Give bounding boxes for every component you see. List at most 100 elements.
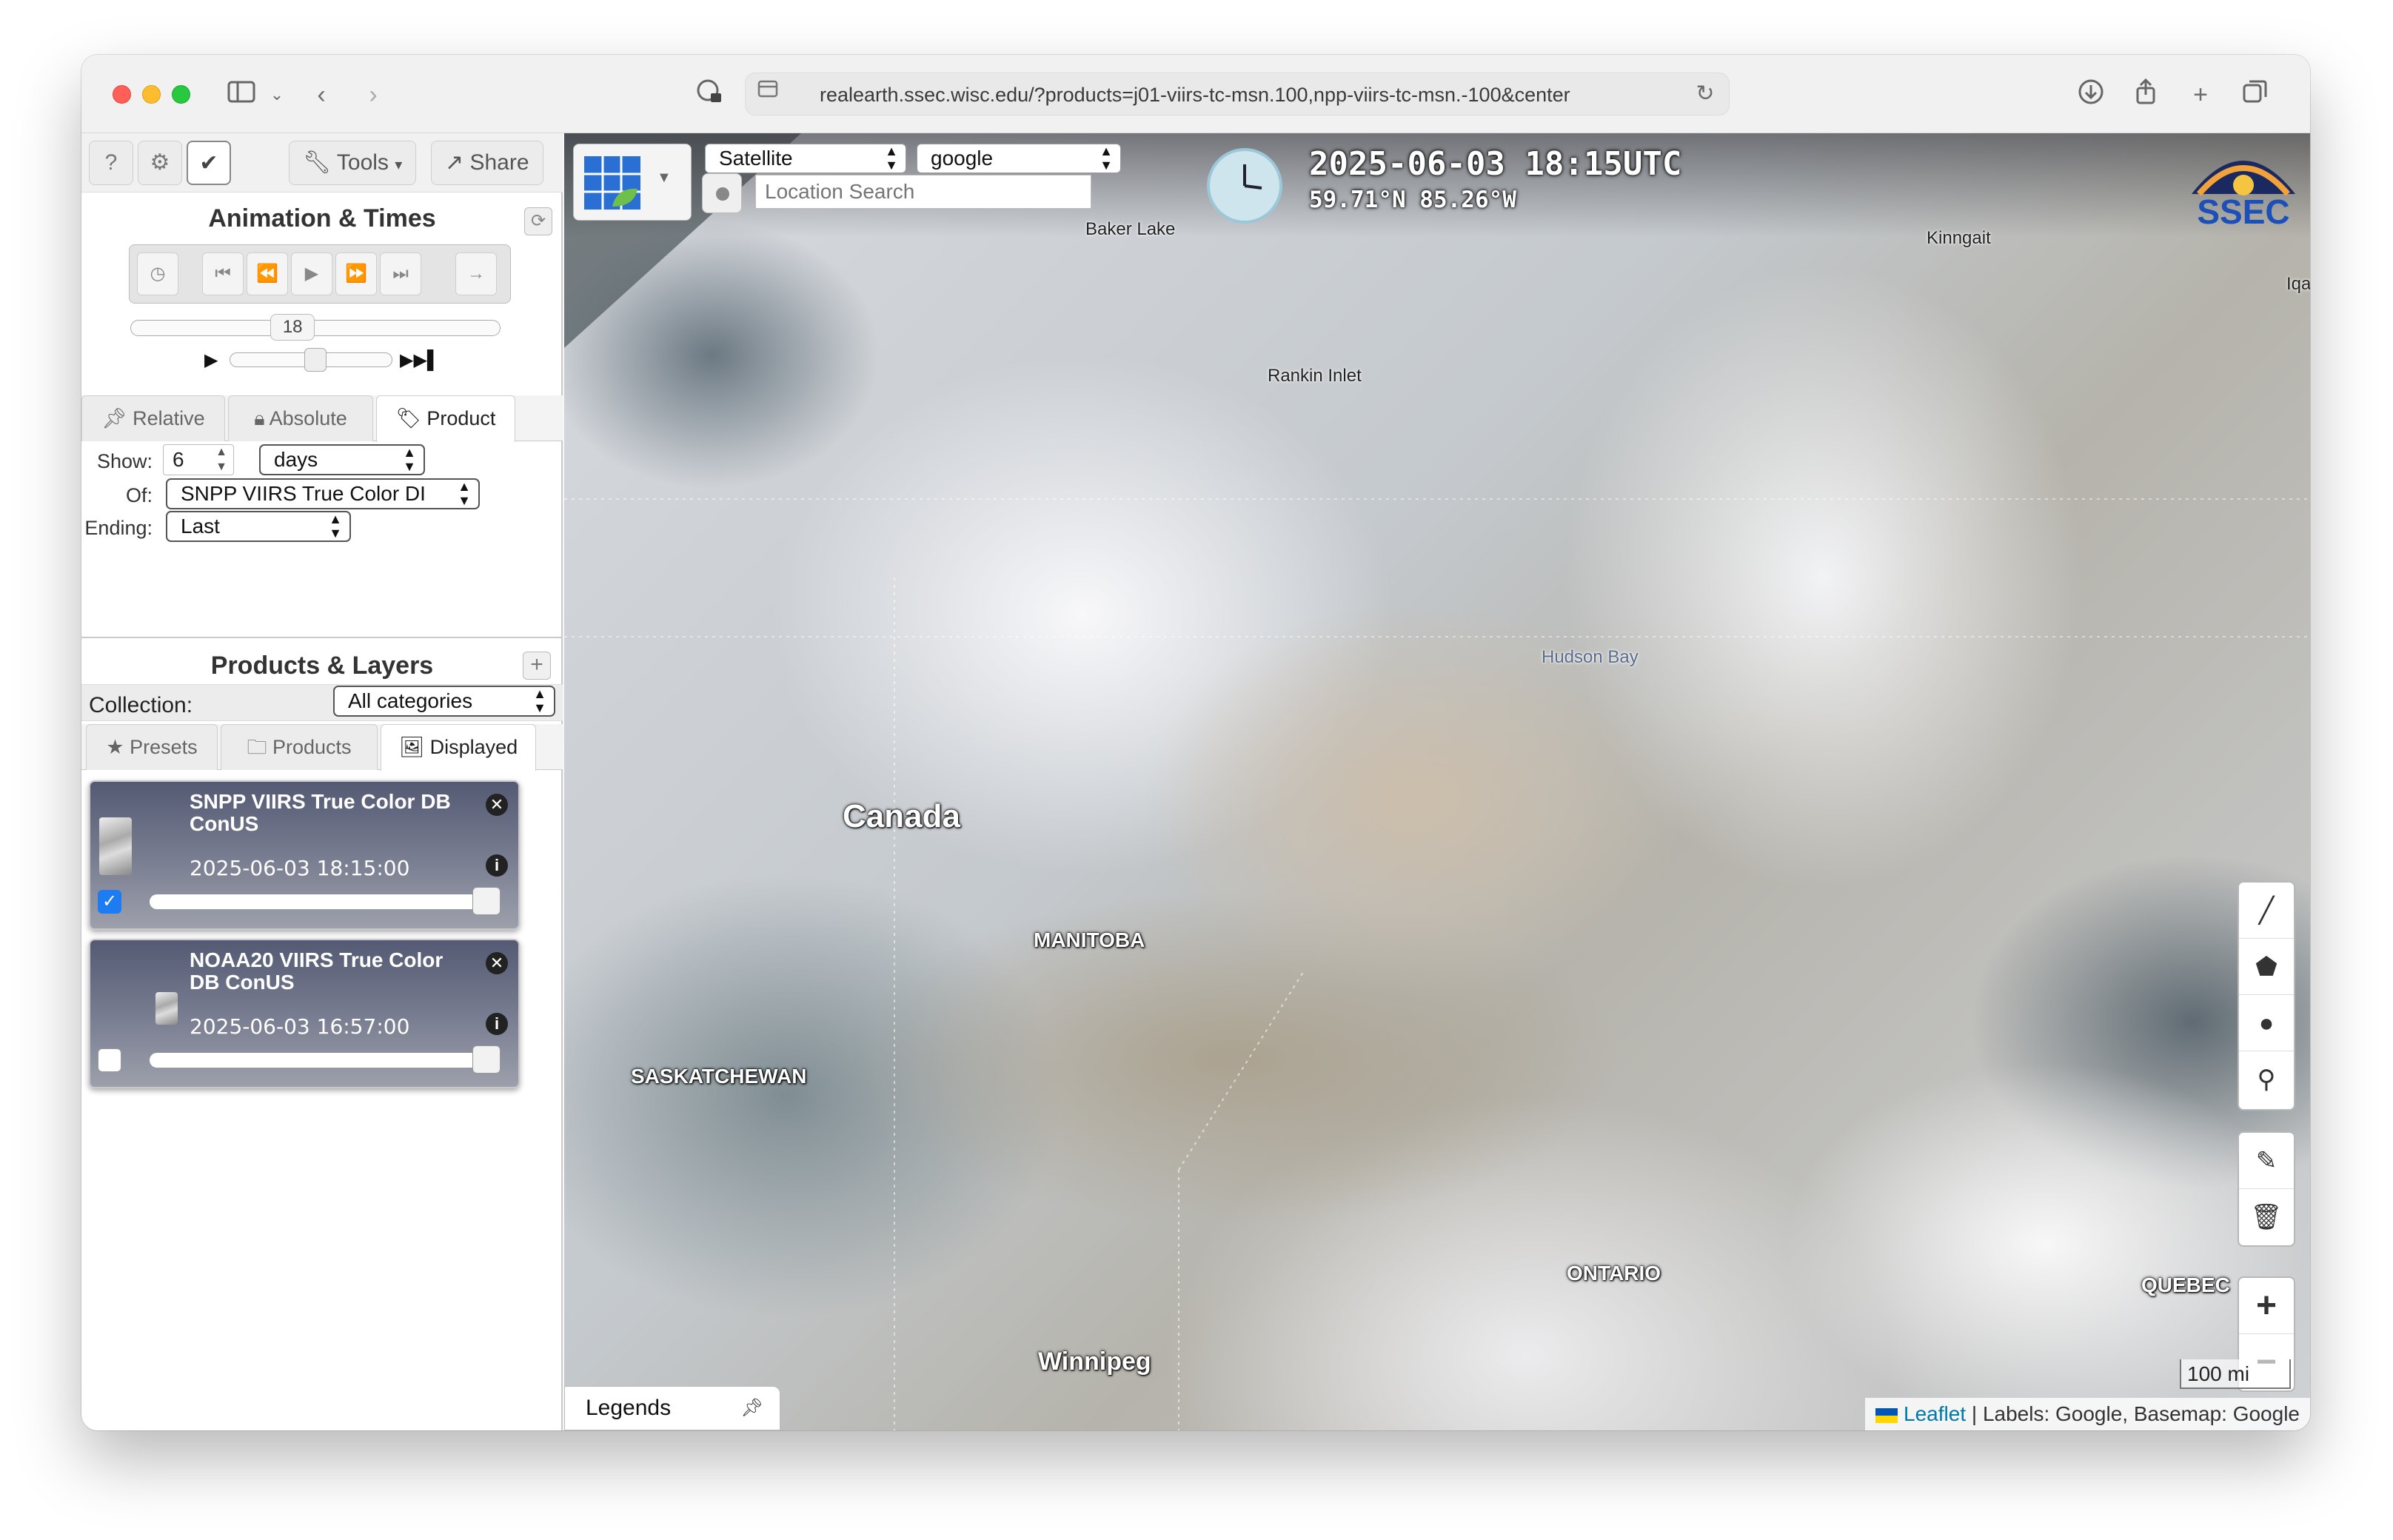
stepper-icon[interactable]: ▲ ▼ — [215, 445, 227, 475]
animation-controls: ◷ ⏮ ⏪ ▶ ⏩ ⏭ → — [129, 244, 511, 304]
basemap-select[interactable]: Satellite ▲ ▼ — [705, 144, 906, 173]
tools-button[interactable]: 🔧︎ Tools ▾ — [289, 141, 417, 185]
layer-opacity-slider[interactable] — [150, 1053, 495, 1068]
fast-forward-icon: ⏩ — [345, 264, 367, 284]
layer-opacity-slider[interactable] — [150, 894, 495, 909]
info-icon[interactable]: i — [486, 1013, 508, 1035]
legends-button[interactable]: Legends 📌︎ — [564, 1386, 780, 1430]
draw-polygon-icon[interactable]: ⬟ — [2239, 939, 2294, 995]
tools-label: Tools — [336, 150, 389, 175]
privacy-shield-icon[interactable] — [692, 77, 727, 113]
location-search-input[interactable] — [755, 175, 1091, 209]
tab-products[interactable]: 🗀 Products — [221, 724, 378, 770]
tab-displayed[interactable]: 🖼︎ Displayed — [381, 724, 536, 771]
layer-title: NOAA20 VIIRS True Color DB ConUS — [190, 948, 444, 994]
url-text[interactable]: realearth.ssec.wisc.edu/?products=j01-vi… — [820, 73, 1649, 116]
place-label-canada: Canada — [843, 798, 960, 834]
clock-button[interactable]: ◷ — [137, 252, 178, 295]
layer-visibility-checkbox[interactable]: ✓ — [98, 890, 121, 914]
geolocate-button[interactable] — [702, 173, 742, 213]
skip-end-icon: ⏭ — [392, 264, 409, 284]
opacity-slider-knob[interactable] — [472, 887, 501, 915]
sidebar-toggle-icon[interactable] — [224, 77, 259, 113]
new-tab-icon[interactable]: + — [2183, 77, 2218, 113]
chevron-down-icon[interactable]: ⌄ — [259, 77, 295, 113]
play-button[interactable]: ▶ — [291, 252, 332, 295]
maximize-window-button[interactable] — [172, 85, 190, 104]
downloads-icon[interactable] — [2073, 77, 2109, 113]
page-settings-icon[interactable] — [750, 76, 786, 112]
layer-visibility-checkbox[interactable] — [98, 1048, 121, 1072]
show-count-input[interactable]: 6 ▲ ▼ — [163, 444, 234, 475]
select-arrows-icon: ▲ ▼ — [885, 144, 898, 173]
step-back-button[interactable]: ⏪ — [247, 252, 288, 295]
back-icon[interactable]: ‹ — [304, 77, 339, 113]
ending-select[interactable]: Last ▲ ▼ — [166, 511, 351, 542]
address-bar[interactable]: realearth.ssec.wisc.edu/?products=j01-vi… — [745, 73, 1730, 116]
clock-icon: ◷ — [150, 264, 166, 284]
show-unit-select[interactable]: days ▲ ▼ — [259, 444, 425, 475]
step-forward-button[interactable]: ⏩ — [335, 252, 377, 295]
draw-line-icon[interactable]: ╱ — [2239, 883, 2294, 939]
reload-icon[interactable]: ↻ — [1687, 76, 1723, 112]
share-button[interactable]: ↗ Share — [431, 141, 543, 185]
map-view[interactable]: ▼ Satellite ▲▼ google ▲▼ 2025-06-03 18:1… — [564, 133, 2310, 1430]
fast-speed-icon: ▶▶▌ — [400, 350, 440, 370]
star-icon: ★ — [106, 736, 124, 758]
tab-relative[interactable]: 📌︎ Relative — [81, 395, 225, 441]
leaflet-link[interactable]: Leaflet — [1904, 1402, 1966, 1425]
layer-card[interactable]: NOAA20 VIIRS True Color DB ConUS ✕ 2025-… — [89, 939, 520, 1088]
basemap-picker-button[interactable]: ▼ — [573, 144, 692, 221]
basemap-value: Satellite — [719, 147, 793, 170]
tab-absolute[interactable]: 🔒︎ Absolute — [228, 395, 373, 441]
info-icon[interactable]: i — [486, 854, 508, 877]
place-label-baker-lake: Baker Lake — [1085, 219, 1176, 239]
ending-label: Ending: — [84, 517, 153, 539]
forward-icon[interactable]: › — [355, 77, 391, 113]
next-button[interactable]: → — [455, 252, 497, 295]
confirm-button[interactable]: ✔ — [187, 141, 231, 185]
frame-slider-value[interactable]: 18 — [270, 314, 315, 341]
draw-marker-icon[interactable]: ⚲ — [2239, 1051, 2294, 1108]
edit-icon[interactable]: ✎ — [2239, 1133, 2294, 1189]
frame-slider[interactable] — [130, 320, 501, 336]
add-product-button[interactable]: + — [523, 652, 551, 680]
settings-button[interactable]: ⚙ — [138, 141, 182, 185]
zoom-in-button[interactable]: + — [2239, 1278, 2294, 1334]
layer-card[interactable]: SNPP VIIRS True Color DB ConUS ✕ 2025-06… — [89, 780, 520, 930]
speed-slider-knob[interactable] — [304, 348, 327, 372]
image-icon: 🖼︎ — [398, 736, 425, 758]
close-icon[interactable]: ✕ — [486, 952, 508, 974]
close-icon[interactable]: ✕ — [486, 794, 508, 816]
last-frame-button[interactable]: ⏭ — [380, 252, 421, 295]
select-arrows-icon: ▲ ▼ — [403, 445, 416, 474]
tab-displayed-label: Displayed — [429, 736, 518, 758]
draw-circle-icon[interactable]: ● — [2239, 995, 2294, 1051]
pin-icon[interactable]: 📌︎ — [741, 1387, 763, 1430]
minimize-window-button[interactable] — [142, 85, 161, 104]
tab-product[interactable]: 🏷︎ Product — [376, 395, 515, 442]
of-product-select[interactable]: SNPP VIIRS True Color DI ▲ ▼ — [166, 478, 480, 509]
browser-titlebar: ⌄ ‹ › realearth.ssec.wisc.edu/?products=… — [81, 55, 2310, 133]
ssec-logo[interactable]: SSEC — [2184, 142, 2303, 231]
labels-select[interactable]: google ▲ ▼ — [917, 144, 1121, 173]
ssec-logo-graphic: SSEC — [2192, 161, 2295, 231]
refresh-times-button[interactable]: ⟳ — [524, 207, 552, 235]
gear-icon: ⚙ — [150, 150, 170, 175]
share-icon[interactable] — [2128, 77, 2163, 113]
first-frame-button[interactable]: ⏮ — [202, 252, 244, 295]
trash-icon[interactable]: 🗑︎ — [2239, 1189, 2294, 1245]
place-label-iqaluit: Iqal — [2286, 274, 2310, 294]
refresh-icon: ⟳ — [530, 211, 546, 231]
time-mode-tabs: 📌︎ Relative 🔒︎ Absolute 🏷︎ Product — [81, 395, 563, 442]
tab-overview-icon[interactable] — [2238, 77, 2273, 113]
labels-value: google — [931, 147, 994, 170]
help-button[interactable]: ? — [89, 141, 133, 185]
close-window-button[interactable] — [113, 85, 131, 104]
opacity-slider-knob[interactable] — [472, 1045, 501, 1074]
collection-select[interactable]: All categories ▲ ▼ — [333, 686, 555, 717]
tab-presets[interactable]: ★ Presets — [86, 724, 218, 770]
layer-thumbnail — [155, 992, 178, 1025]
play-icon: ▶ — [304, 264, 319, 284]
attribution-text: | Labels: Google, Basemap: Google — [1966, 1402, 2300, 1425]
